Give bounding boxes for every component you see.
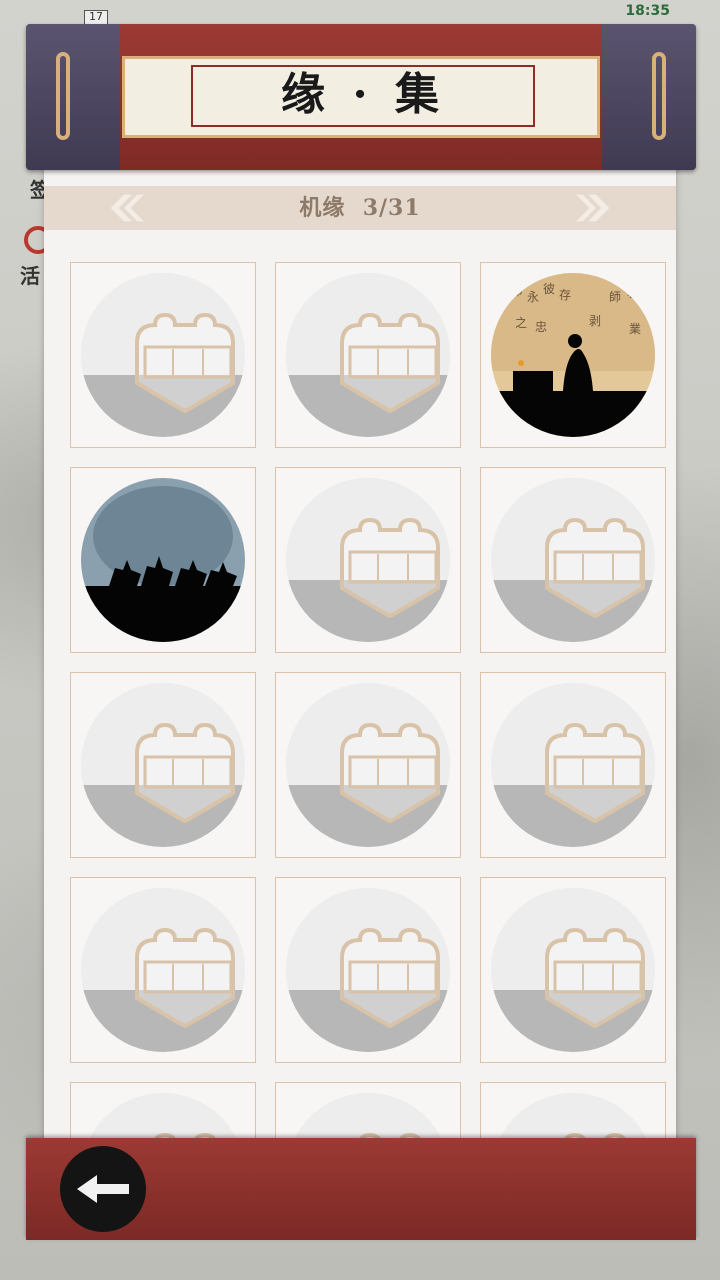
svg-text:師: 師 (609, 290, 621, 304)
collection-card[interactable] (70, 877, 256, 1063)
page-title: 缘 · 集 (191, 65, 535, 127)
svg-text:表: 表 (627, 286, 639, 300)
svg-text:剥: 剥 (589, 314, 601, 328)
collection-card[interactable] (275, 467, 461, 653)
collection-card[interactable] (275, 672, 461, 858)
collection-progress: 机缘 3/31 (44, 186, 676, 230)
collection-card[interactable] (275, 877, 461, 1063)
locked-scene-image (491, 888, 655, 1052)
collection-grid: 命永彼 存 師表 之忠 剥業 (70, 262, 666, 1150)
locked-scene-image (286, 888, 450, 1052)
collection-card[interactable] (70, 467, 256, 653)
collection-card[interactable] (480, 672, 666, 858)
collection-card[interactable] (70, 262, 256, 448)
locked-scene-image (81, 683, 245, 847)
collection-card[interactable] (480, 877, 666, 1063)
collection-panel: 机缘 3/31 命永彼 存 師表 之忠 剥業 (44, 160, 676, 1150)
locked-scene-image (81, 888, 245, 1052)
back-arrow-icon (77, 1175, 129, 1203)
svg-text:永: 永 (527, 290, 539, 304)
svg-text:之: 之 (515, 316, 527, 330)
locked-scene-image (81, 273, 245, 437)
scene-image: 命永彼 存 師表 之忠 剥業 (491, 273, 655, 437)
status-time: 18:35 (625, 3, 670, 19)
collection-card[interactable] (70, 672, 256, 858)
locked-scene-image (286, 478, 450, 642)
scene-image (81, 478, 245, 642)
tab-label: 机缘 (299, 195, 346, 221)
calendar-day: 17 (89, 10, 103, 23)
scroll-roller-left (26, 24, 120, 170)
progress-count: 3/31 (362, 195, 421, 221)
locked-scene-image (491, 478, 655, 642)
svg-text:命: 命 (511, 283, 523, 298)
title-plate: 缘 · 集 (122, 56, 600, 138)
back-button[interactable] (60, 1146, 146, 1232)
svg-text:忠: 忠 (535, 320, 547, 334)
locked-scene-image (491, 683, 655, 847)
locked-scene-image (286, 273, 450, 437)
subtitle-band: 机缘 3/31 (44, 186, 676, 230)
svg-text:業: 業 (629, 322, 641, 336)
collection-card[interactable]: 命永彼 存 師表 之忠 剥業 (480, 262, 666, 448)
title-scroll: 缘 · 集 (26, 24, 696, 170)
bottom-bar (26, 1138, 696, 1240)
collection-card[interactable] (275, 262, 461, 448)
locked-scene-image (286, 683, 450, 847)
collection-card[interactable] (480, 467, 666, 653)
svg-text:彼: 彼 (543, 282, 555, 296)
svg-text:存: 存 (559, 288, 571, 302)
side-label-activity[interactable]: 活 (20, 260, 40, 289)
scroll-roller-right (602, 24, 696, 170)
